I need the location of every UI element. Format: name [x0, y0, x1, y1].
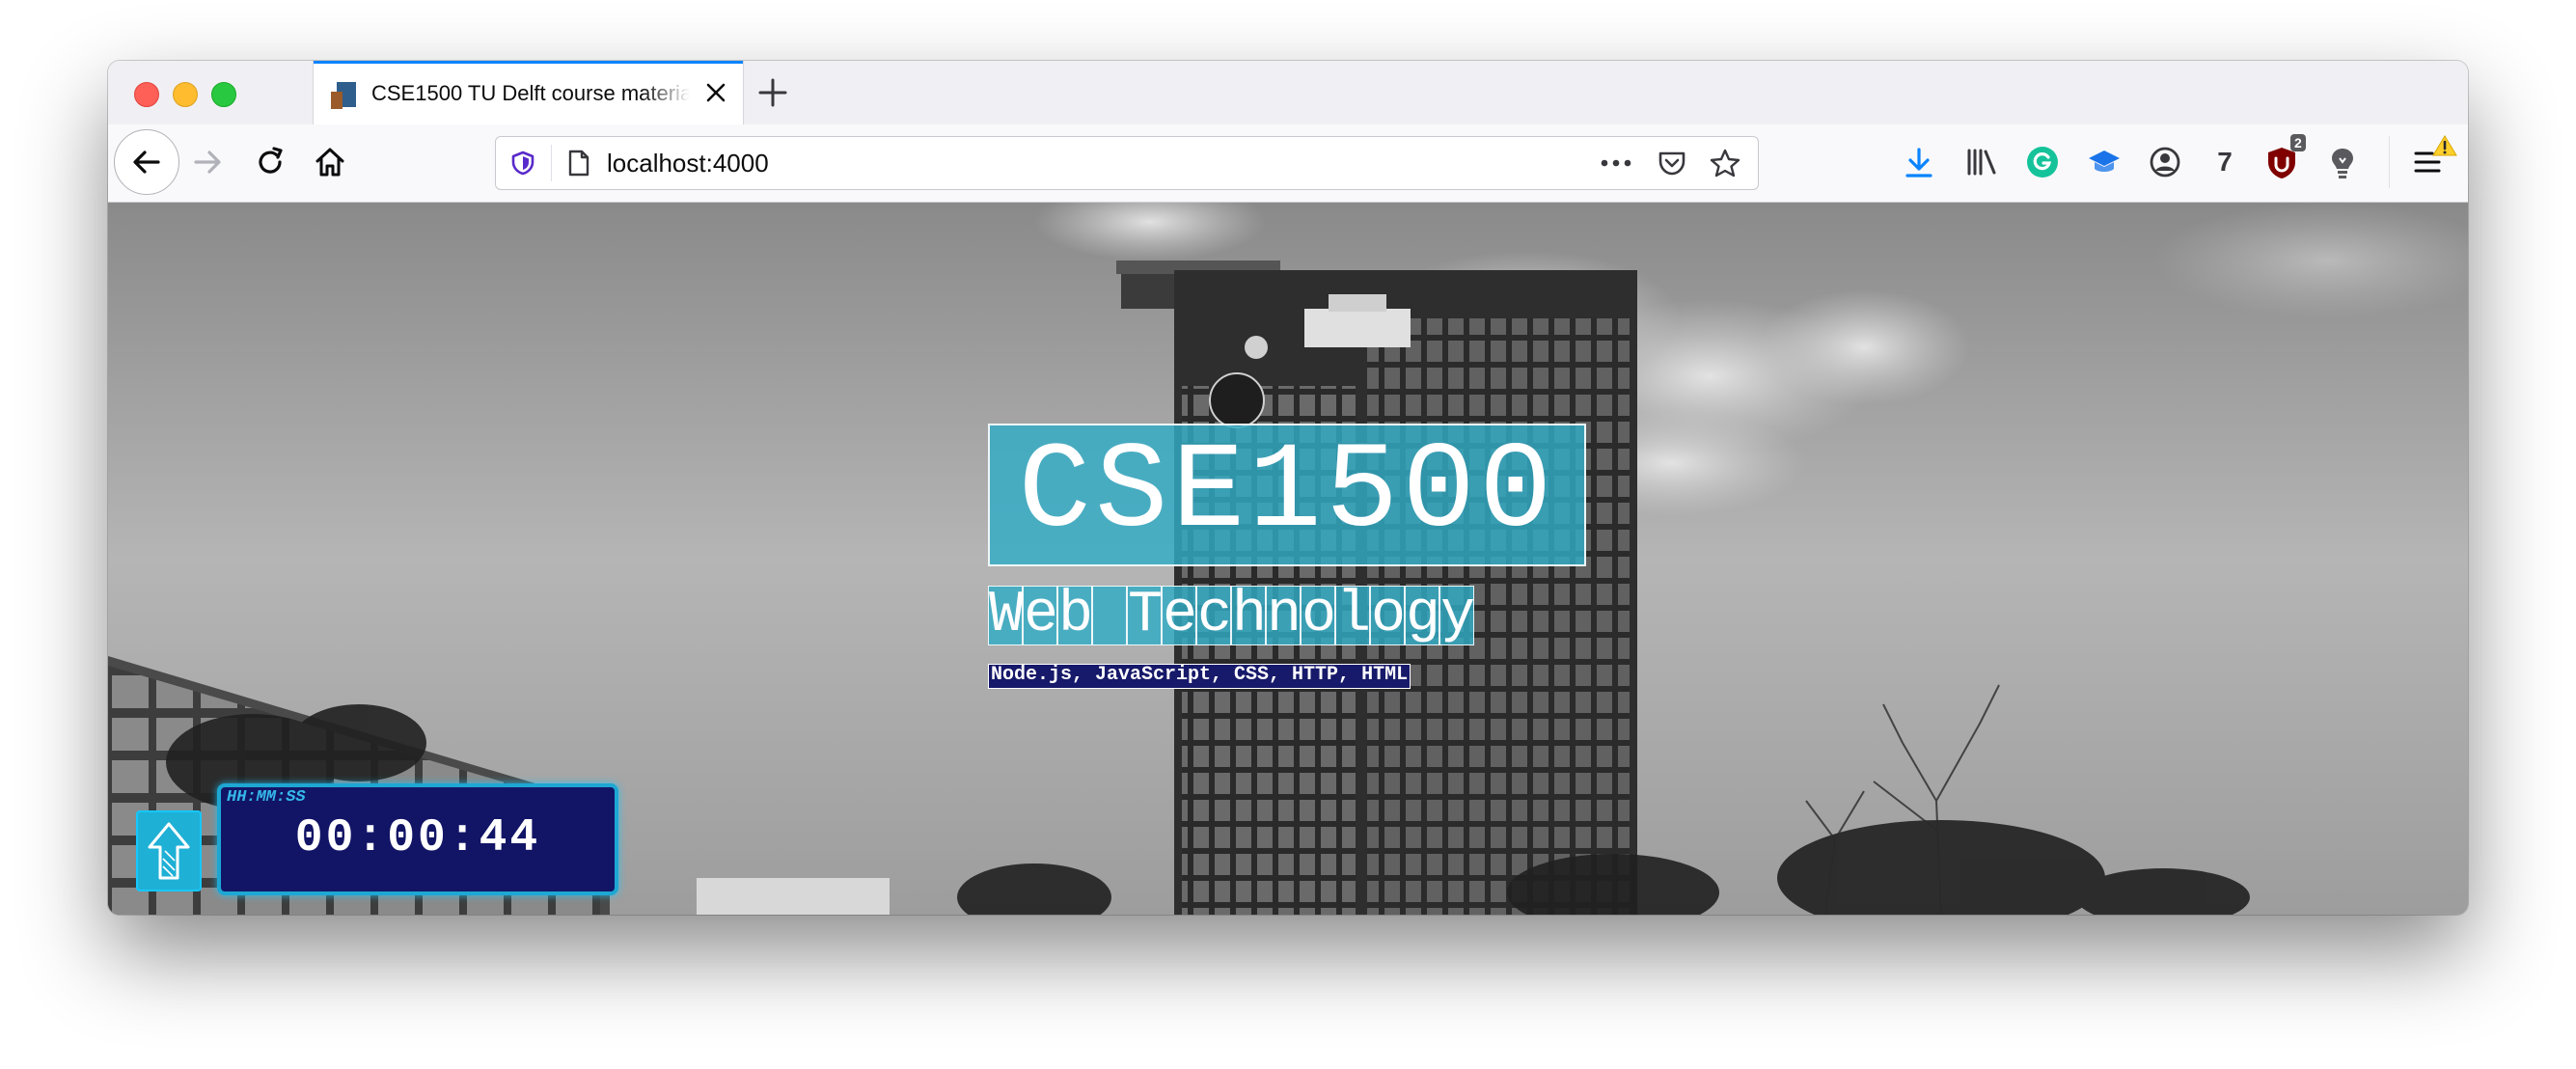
page-icon: [568, 150, 589, 177]
subtitle-char: W: [988, 583, 1025, 648]
pocket-icon[interactable]: [1657, 149, 1687, 178]
close-tab-icon[interactable]: [701, 78, 730, 107]
extension-cap-icon[interactable]: [2086, 145, 2123, 179]
subtitle-char: n: [1266, 583, 1302, 648]
zoom-window-button[interactable]: [211, 82, 236, 107]
home-icon[interactable]: [313, 145, 347, 179]
page-actions-icon[interactable]: [1599, 153, 1633, 173]
url-bar[interactable]: localhost:4000: [495, 136, 1759, 190]
extension-7-icon[interactable]: 7: [2211, 146, 2238, 178]
page-content: CSE1500 Web Technology Node.js, JavaScri…: [108, 203, 2468, 915]
page-title: CSE1500: [988, 424, 1586, 566]
browser-window: CSE1500 TU Delft course materials localh…: [108, 61, 2468, 915]
timer-value: 00:00:44: [294, 812, 541, 864]
subtitle-char: g: [1405, 583, 1441, 648]
book-favicon-icon: [331, 80, 358, 109]
subtitle-char: o: [1301, 583, 1337, 648]
subtitle-char: c: [1196, 583, 1233, 648]
arrow-up-icon: [148, 822, 190, 880]
new-tab-icon[interactable]: [754, 74, 791, 111]
downloads-icon[interactable]: [1903, 146, 1935, 180]
navigation-toolbar: localhost:4000 7 2: [108, 124, 2468, 203]
subtitle-char: e: [1023, 583, 1059, 648]
account-icon[interactable]: [2148, 145, 2182, 179]
url-separator: [551, 145, 552, 181]
grammarly-icon[interactable]: [2025, 145, 2060, 179]
tab-title: CSE1500 TU Delft course materials: [371, 81, 690, 105]
toolbar-separator: [2389, 136, 2390, 188]
page-tagline: Node.js, JavaScript, CSS, HTTP, HTML: [988, 664, 1411, 689]
timer-collapse-button[interactable]: [136, 810, 202, 891]
subtitle-char: o: [1370, 583, 1407, 648]
bookmark-star-icon[interactable]: [1709, 148, 1741, 178]
url-text[interactable]: localhost:4000: [607, 149, 769, 178]
reload-icon[interactable]: [253, 145, 288, 179]
forward-icon[interactable]: [190, 145, 225, 179]
close-window-button[interactable]: [134, 82, 159, 107]
tab-accent-line: [314, 61, 743, 64]
page-subtitle: Web Technology: [988, 583, 1476, 648]
subtitle-char: l: [1335, 583, 1372, 648]
tab-strip: CSE1500 TU Delft course materials: [108, 61, 2468, 124]
tab-active[interactable]: CSE1500 TU Delft course materials: [313, 61, 744, 124]
back-button[interactable]: [114, 129, 179, 195]
subtitle-char: T: [1127, 583, 1164, 648]
subtitle-char: y: [1439, 583, 1476, 648]
subtitle-char: b: [1057, 583, 1094, 648]
warning-icon: [2432, 135, 2457, 156]
library-icon[interactable]: [1964, 146, 1999, 178]
presentation-timer[interactable]: HH:MM:SS 00:00:44: [217, 783, 618, 895]
subtitle-char: e: [1162, 583, 1198, 648]
back-icon: [133, 151, 160, 174]
lightbulb-icon[interactable]: [2327, 145, 2358, 181]
minimize-window-button[interactable]: [173, 82, 198, 107]
subtitle-char: h: [1231, 583, 1268, 648]
subtitle-char: [1092, 586, 1127, 645]
ublock-badge: 2: [2290, 134, 2306, 151]
tracking-shield-icon[interactable]: [509, 150, 536, 177]
timer-format-label: HH:MM:SS: [227, 788, 306, 807]
